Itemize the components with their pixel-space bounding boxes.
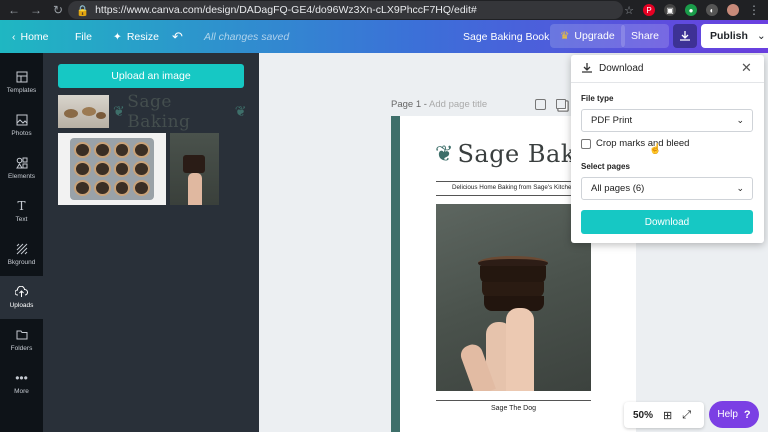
forward-icon[interactable]: →: [30, 3, 42, 17]
address-bar[interactable]: 🔒 https://www.canva.com/design/DADagFQ-G…: [68, 1, 623, 19]
rail-uploads[interactable]: Uploads: [0, 276, 43, 319]
star-icon[interactable]: ☆: [624, 4, 634, 17]
download-panel-title: Download: [599, 63, 644, 74]
duplicate-page-icon[interactable]: [556, 99, 566, 109]
browser-toolbar: ← → ↻ 🔒 https://www.canva.com/design/DAD…: [0, 0, 768, 20]
select-pages-label: Select pages: [581, 162, 630, 171]
rail-photos[interactable]: Photos: [0, 104, 43, 147]
rail-elements[interactable]: Elements: [0, 147, 43, 190]
design-title[interactable]: Sage Baking Book: [463, 20, 549, 53]
editor-topbar: ‹ Home File ✦ Resize ↶ All changes saved…: [0, 20, 768, 53]
uploaded-image-muffin-tin[interactable]: [58, 133, 166, 205]
add-page-title[interactable]: Add page title: [429, 99, 487, 110]
uploaded-image-cookies[interactable]: [58, 95, 109, 128]
cursor-pointer-icon: ☝: [649, 144, 662, 155]
browser-menu-icon[interactable]: ⋮: [748, 3, 760, 17]
download-icon-button[interactable]: [673, 24, 697, 48]
title-rule-top: [436, 181, 591, 182]
accent-stripe: [391, 116, 400, 432]
download-icon: [680, 31, 690, 41]
publish-button[interactable]: Publish ⌄: [701, 24, 768, 48]
save-status: All changes saved: [204, 30, 290, 43]
zoom-level[interactable]: 50%: [633, 410, 653, 421]
grid-view-icon[interactable]: ⊞: [663, 409, 672, 422]
leaf-icon: ❦: [435, 141, 454, 166]
back-icon[interactable]: ←: [8, 3, 20, 17]
extension-icon-2[interactable]: ◐: [706, 4, 718, 16]
background-icon: [16, 243, 27, 255]
close-icon[interactable]: ✕: [741, 60, 752, 76]
crop-marks-checkbox[interactable]: [581, 139, 591, 149]
rail-text[interactable]: T Text: [0, 190, 43, 233]
uploaded-logo-sage-baking[interactable]: ❦ Sage Baking ❦: [113, 92, 247, 132]
file-type-select[interactable]: PDF Print ⌄: [581, 109, 753, 132]
title-rule-bottom: [436, 195, 591, 196]
file-menu[interactable]: File: [75, 20, 92, 53]
side-rail: Templates Photos Elements T Text Bkgroun…: [0, 53, 43, 432]
leaf-icon-right: ❦: [234, 103, 247, 120]
chevron-down-icon: ⌄: [736, 183, 744, 193]
panel-divider: [571, 82, 764, 83]
select-pages-dropdown[interactable]: All pages (6) ⌄: [581, 177, 753, 200]
help-button[interactable]: Help ?: [709, 401, 759, 428]
rail-more[interactable]: ••• More: [0, 362, 43, 405]
zoom-controls: 50% ⊞ ⤢: [624, 402, 704, 428]
share-button[interactable]: Share: [621, 24, 670, 48]
lock-icon: 🔒: [76, 4, 90, 17]
question-icon: ?: [743, 408, 751, 421]
upload-image-button[interactable]: Upload an image: [58, 64, 244, 88]
caption-rule: [436, 400, 591, 401]
more-icon: •••: [15, 371, 28, 385]
download-icon: [582, 63, 592, 73]
undo-icon[interactable]: ↶: [172, 20, 183, 53]
file-type-label: File type: [581, 94, 614, 103]
uploaded-image-cup-in-hand[interactable]: [170, 133, 219, 205]
crop-marks-label[interactable]: Crop marks and bleed: [596, 138, 689, 149]
url-text: https://www.canva.com/design/DADagFQ-GE4…: [95, 4, 477, 16]
sparkle-icon: ✦: [113, 30, 122, 43]
leaf-icon: ❦: [113, 103, 126, 120]
chevron-down-icon: ⌄: [736, 115, 744, 125]
download-button[interactable]: Download: [581, 210, 753, 234]
reload-icon[interactable]: ↻: [52, 3, 64, 17]
pinterest-extension-icon[interactable]: P: [643, 4, 655, 16]
chevron-left-icon: ‹: [12, 30, 16, 43]
templates-icon: [16, 71, 27, 83]
uploads-icon: [15, 286, 28, 297]
profile-avatar[interactable]: [727, 4, 739, 16]
rail-folders[interactable]: Folders: [0, 319, 43, 362]
doc-photo[interactable]: [436, 204, 591, 391]
photo-caption[interactable]: Sage The Dog: [436, 405, 591, 412]
doc-subtitle[interactable]: Delicious Home Baking from Sage's Kitche…: [436, 184, 591, 191]
extension-icon[interactable]: ▣: [664, 4, 676, 16]
text-icon: T: [17, 199, 26, 213]
fullscreen-icon[interactable]: ⤢: [682, 409, 691, 422]
elements-icon: [15, 157, 27, 169]
uploads-panel: Upload an image ❦ Sage Baking ❦: [43, 53, 259, 432]
folders-icon: [16, 330, 27, 340]
page-title-row: Page 1 - Add page title: [391, 99, 488, 110]
page-notes-icon[interactable]: [535, 99, 546, 110]
resize-button[interactable]: ✦ Resize: [113, 20, 159, 53]
rail-background[interactable]: Bkground: [0, 233, 43, 276]
home-button[interactable]: ‹ Home: [12, 20, 49, 53]
photos-icon: [16, 114, 27, 126]
crown-icon: ♛: [560, 30, 570, 42]
upgrade-button[interactable]: ♛ Upgrade: [550, 24, 625, 48]
rail-templates[interactable]: Templates: [0, 61, 43, 104]
chevron-down-icon: ⌄: [756, 30, 766, 42]
extension-badge-icon[interactable]: ●: [685, 4, 697, 16]
download-panel: Download ✕ File type PDF Print ⌄ Crop ma…: [571, 55, 764, 243]
